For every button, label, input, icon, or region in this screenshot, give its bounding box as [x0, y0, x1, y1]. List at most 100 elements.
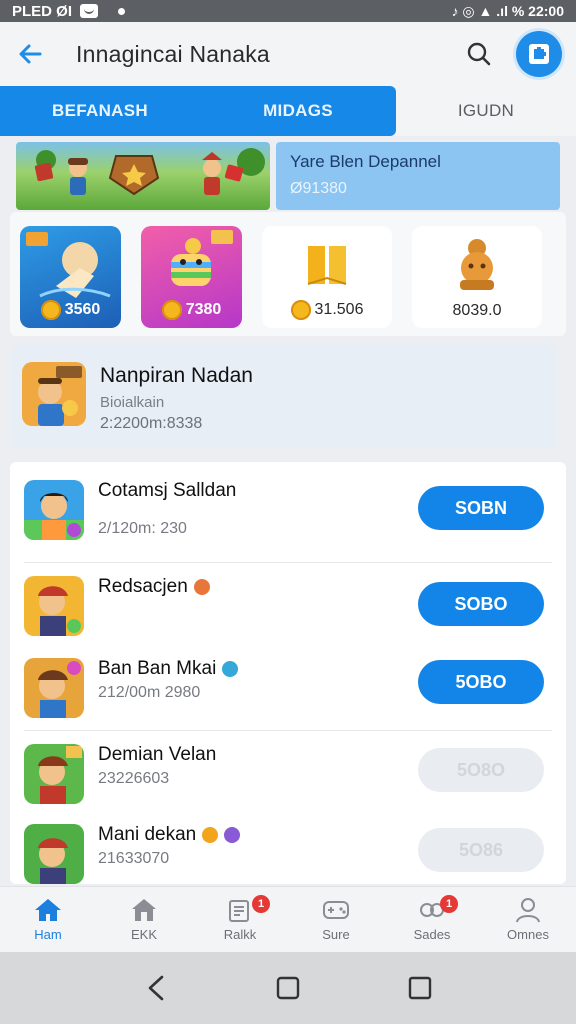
featured-price: 7380 — [141, 300, 242, 320]
notification-badge: 1 — [440, 895, 458, 913]
list-item[interactable]: Cotamsj Salldan 2/120m: 230 SOBN — [10, 480, 566, 540]
notification-dot-icon — [118, 7, 126, 15]
featured-price: 8039.0 — [452, 302, 502, 319]
nav-label: Sure — [322, 927, 350, 942]
get-button[interactable]: SOBO — [418, 582, 544, 626]
badge-icon — [224, 827, 241, 843]
nav-item-fifth[interactable]: 1 Sades — [384, 887, 480, 952]
star-coin-icon — [290, 300, 311, 320]
get-button[interactable]: SOBN — [418, 486, 544, 530]
game-character-icon — [22, 362, 86, 426]
system-recents-icon[interactable] — [400, 968, 440, 1008]
list-item-meta: 23226603 — [98, 770, 170, 787]
game-character-icon — [24, 576, 84, 636]
nav-item-third[interactable]: 1 Ralkk — [192, 887, 288, 952]
game-thumbnail — [24, 480, 84, 540]
featured-price: 3560 — [20, 300, 121, 320]
featured-games: 3560 7380 31.506 8039.0 — [10, 212, 566, 336]
nav-label: Ralkk — [223, 927, 257, 942]
get-button[interactable]: 5OBO — [418, 660, 544, 704]
game-list: Cotamsj Salldan 2/120m: 230 SOBN Redsacj… — [10, 462, 566, 884]
highlight-text: Nanpiran Nadan Bioialkain 2:2200m:8338 — [100, 362, 253, 432]
list-item[interactable]: Ban Ban Mkai 212/00m 2980 5OBO — [10, 658, 566, 718]
nav-item-profile[interactable]: Omnes — [480, 887, 576, 952]
banner-info: Yare Blen Depannel Ø91380 — [276, 142, 560, 210]
tab-bar: BEFANASH MIDAGS IGUDN — [0, 86, 576, 136]
featured-card[interactable]: 7380 — [141, 226, 242, 328]
divider — [24, 730, 552, 731]
highlight-title: Nanpiran Nadan — [100, 364, 253, 387]
featured-card[interactable]: 8039.0 — [412, 226, 542, 328]
list-item-title: Ban Ban Mkai — [98, 658, 239, 680]
list-item-title: Redsacjen — [98, 576, 210, 598]
game-character-icon — [24, 824, 84, 884]
status-left: PLED ØI — [12, 3, 126, 20]
notes-icon — [229, 900, 249, 922]
nav-label: Omnes — [507, 927, 549, 942]
divider — [24, 562, 552, 563]
game-thumbnail — [24, 824, 84, 884]
promo-banner[interactable]: Yare Blen Depannel Ø91380 — [16, 142, 560, 210]
user-icon — [516, 898, 540, 923]
game-thumbnail — [24, 658, 84, 718]
home-icon — [35, 899, 61, 921]
nav-label: Sades — [413, 927, 451, 942]
puzzle-icon — [529, 44, 549, 64]
list-item-title: Demian Velan — [98, 744, 217, 765]
globe-icon — [222, 661, 239, 677]
nav-label: EKK — [130, 927, 157, 942]
search-icon[interactable] — [462, 37, 496, 71]
highlight-subtitle: Bioialkain — [100, 394, 165, 411]
back-arrow-icon[interactable] — [14, 38, 46, 70]
coin-icon — [161, 300, 182, 320]
list-item[interactable]: Demian Velan 23226603 5O8O — [10, 744, 566, 804]
list-item[interactable]: Mani dekan 21633070 5O86 — [10, 824, 566, 884]
banner-subtitle: Ø91380 — [290, 180, 347, 197]
list-item-text: Demian Velan 23226603 — [98, 744, 216, 788]
list-item-title: Mani dekan — [98, 824, 241, 846]
store-icon — [132, 899, 156, 921]
game-thumbnail — [24, 744, 84, 804]
list-item[interactable]: Redsacjen SOBO — [10, 576, 566, 636]
notification-badge: 1 — [252, 895, 270, 913]
game-character-icon — [24, 744, 84, 804]
list-item-meta: 21633070 — [98, 850, 170, 867]
highlight-meta: 2:2200m:8338 — [100, 415, 203, 432]
featured-price: 31.506 — [262, 300, 392, 320]
get-button[interactable]: 5O8O — [418, 748, 544, 792]
nav-item-fourth[interactable]: Sure — [288, 887, 384, 952]
system-nav-bar — [0, 952, 576, 1024]
nav-item-second[interactable]: EKK — [96, 887, 192, 952]
notification-icon — [80, 4, 99, 18]
game-thumbnail — [22, 362, 86, 426]
list-item-meta: 2/120m: 230 — [98, 520, 187, 537]
nav-label: Ham — [34, 927, 62, 942]
gamepad-icon — [323, 901, 349, 919]
status-bar: PLED ØI ♪ ◎ ▲ .ıl % 22:00 — [0, 0, 576, 22]
list-item-meta: 212/00m 2980 — [98, 684, 201, 701]
app-bar: Innagincai Nanaka — [0, 22, 576, 86]
system-back-icon[interactable] — [136, 968, 176, 1008]
status-indicators: ♪ ◎ ▲ .ıl % 22:00 — [451, 2, 564, 19]
banner-artwork — [16, 142, 270, 210]
get-button[interactable]: 5O86 — [418, 828, 544, 872]
list-item-text: Redsacjen — [98, 576, 210, 608]
list-item-text: Cotamsj Salldan 2/120m: 230 — [98, 480, 236, 538]
profile-avatar-button[interactable] — [516, 31, 562, 77]
featured-card[interactable]: 3560 — [20, 226, 121, 328]
game-character-icon — [24, 658, 84, 718]
featured-card[interactable]: 31.506 — [262, 226, 392, 328]
fire-icon — [193, 579, 210, 595]
list-item-text: Ban Ban Mkai 212/00m 2980 — [98, 658, 239, 702]
list-item-text: Mani dekan 21633070 — [98, 824, 241, 868]
tab-first[interactable]: BEFANASH — [0, 86, 200, 136]
app-title: Innagincai Nanaka — [76, 40, 270, 67]
nav-item-home[interactable]: Ham — [0, 887, 96, 952]
highlight-card[interactable]: Nanpiran Nadan Bioialkain 2:2200m:8338 — [10, 344, 558, 448]
bottom-nav: Ham EKK 1 Ralkk Sure 1 Sades Omnes — [0, 886, 576, 952]
banner-title: Yare Blen Depannel — [290, 152, 441, 171]
game-thumbnail — [24, 576, 84, 636]
system-home-icon[interactable] — [268, 968, 308, 1008]
tab-third[interactable]: IGUDN — [396, 86, 576, 136]
tab-second[interactable]: MIDAGS — [200, 86, 396, 136]
